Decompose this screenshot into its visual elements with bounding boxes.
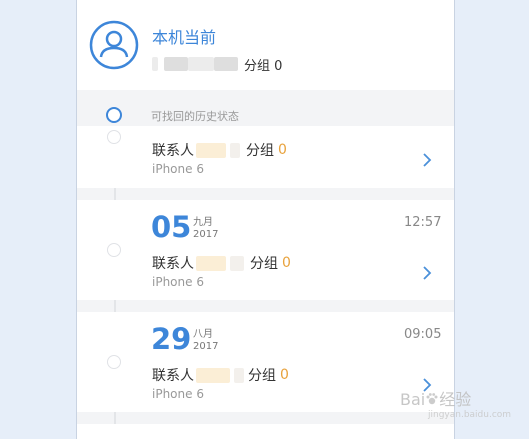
- watermark-brand-cn: 经验: [439, 390, 472, 409]
- user-icon: [89, 20, 139, 70]
- phone-screen: 本机当前 分组 0 可找回的历史状态 联系人 分组 0 iPhone 6 05 …: [76, 0, 455, 439]
- redacted-text: [164, 57, 188, 71]
- timeline-dot: [107, 130, 121, 144]
- group-count: 0: [282, 255, 291, 271]
- contact-label: 联系人: [152, 368, 194, 384]
- watermark-domain: jingyan.baidu.com: [428, 410, 512, 420]
- history-card-current[interactable]: 联系人 分组 0 iPhone 6: [77, 126, 454, 188]
- group-label: 分组: [248, 368, 276, 384]
- entry-month: 八月: [193, 329, 213, 340]
- device-name: iPhone 6: [152, 387, 204, 401]
- group-count: 0: [280, 367, 289, 383]
- entry-time: 09:05: [404, 327, 442, 342]
- redacted-text: [196, 255, 226, 271]
- chevron-right-icon[interactable]: [421, 265, 433, 281]
- redacted-text: [196, 142, 226, 158]
- redacted-text: [214, 57, 238, 71]
- redacted-text: [188, 57, 214, 71]
- redacted-text: [230, 142, 240, 158]
- timeline-dot: [107, 243, 121, 257]
- header-title: 本机当前: [152, 28, 217, 47]
- entry-year: 2017: [193, 341, 219, 352]
- group-label: 分组: [250, 256, 278, 272]
- group-label: 分组: [246, 143, 274, 159]
- redacted-text: [196, 367, 230, 383]
- history-card-partial[interactable]: [77, 424, 454, 439]
- entry-time: 12:57: [404, 215, 442, 230]
- header-group-summary: 分组 0: [152, 55, 283, 74]
- timeline-dot-current: [106, 107, 122, 123]
- redacted-text: [152, 57, 158, 71]
- entry-day: 29: [151, 322, 192, 356]
- current-state-header[interactable]: 本机当前 分组 0: [77, 0, 454, 90]
- contact-label: 联系人: [152, 256, 194, 272]
- device-name: iPhone 6: [152, 275, 204, 289]
- redacted-text: [230, 255, 244, 271]
- entry-year: 2017: [193, 229, 219, 240]
- entry-month: 九月: [193, 217, 213, 228]
- contact-group-line: 联系人 分组 0: [152, 140, 287, 160]
- history-card[interactable]: 05 九月 2017 12:57 联系人 分组 0 iPhone 6: [77, 200, 454, 300]
- baidu-watermark: Bai 经验 jingyan.baidu.com: [400, 386, 511, 420]
- chevron-right-icon[interactable]: [421, 152, 433, 168]
- redacted-text: [234, 367, 244, 383]
- history-card[interactable]: 29 八月 2017 09:05 联系人 分组 0 iPhone 6: [77, 312, 454, 412]
- contact-group-line: 联系人 分组 0: [152, 253, 291, 273]
- watermark-brand: Bai: [400, 390, 426, 409]
- device-name: iPhone 6: [152, 162, 204, 176]
- history-section-label: 可找回的历史状态: [151, 110, 239, 123]
- timeline-dot: [107, 355, 121, 369]
- paw-icon: [426, 393, 438, 405]
- contact-label: 联系人: [152, 143, 194, 159]
- entry-day: 05: [151, 210, 192, 244]
- group-count: 0: [278, 142, 287, 158]
- contact-group-line: 联系人 分组 0: [152, 365, 289, 385]
- header-group-count: 分组 0: [244, 58, 283, 74]
